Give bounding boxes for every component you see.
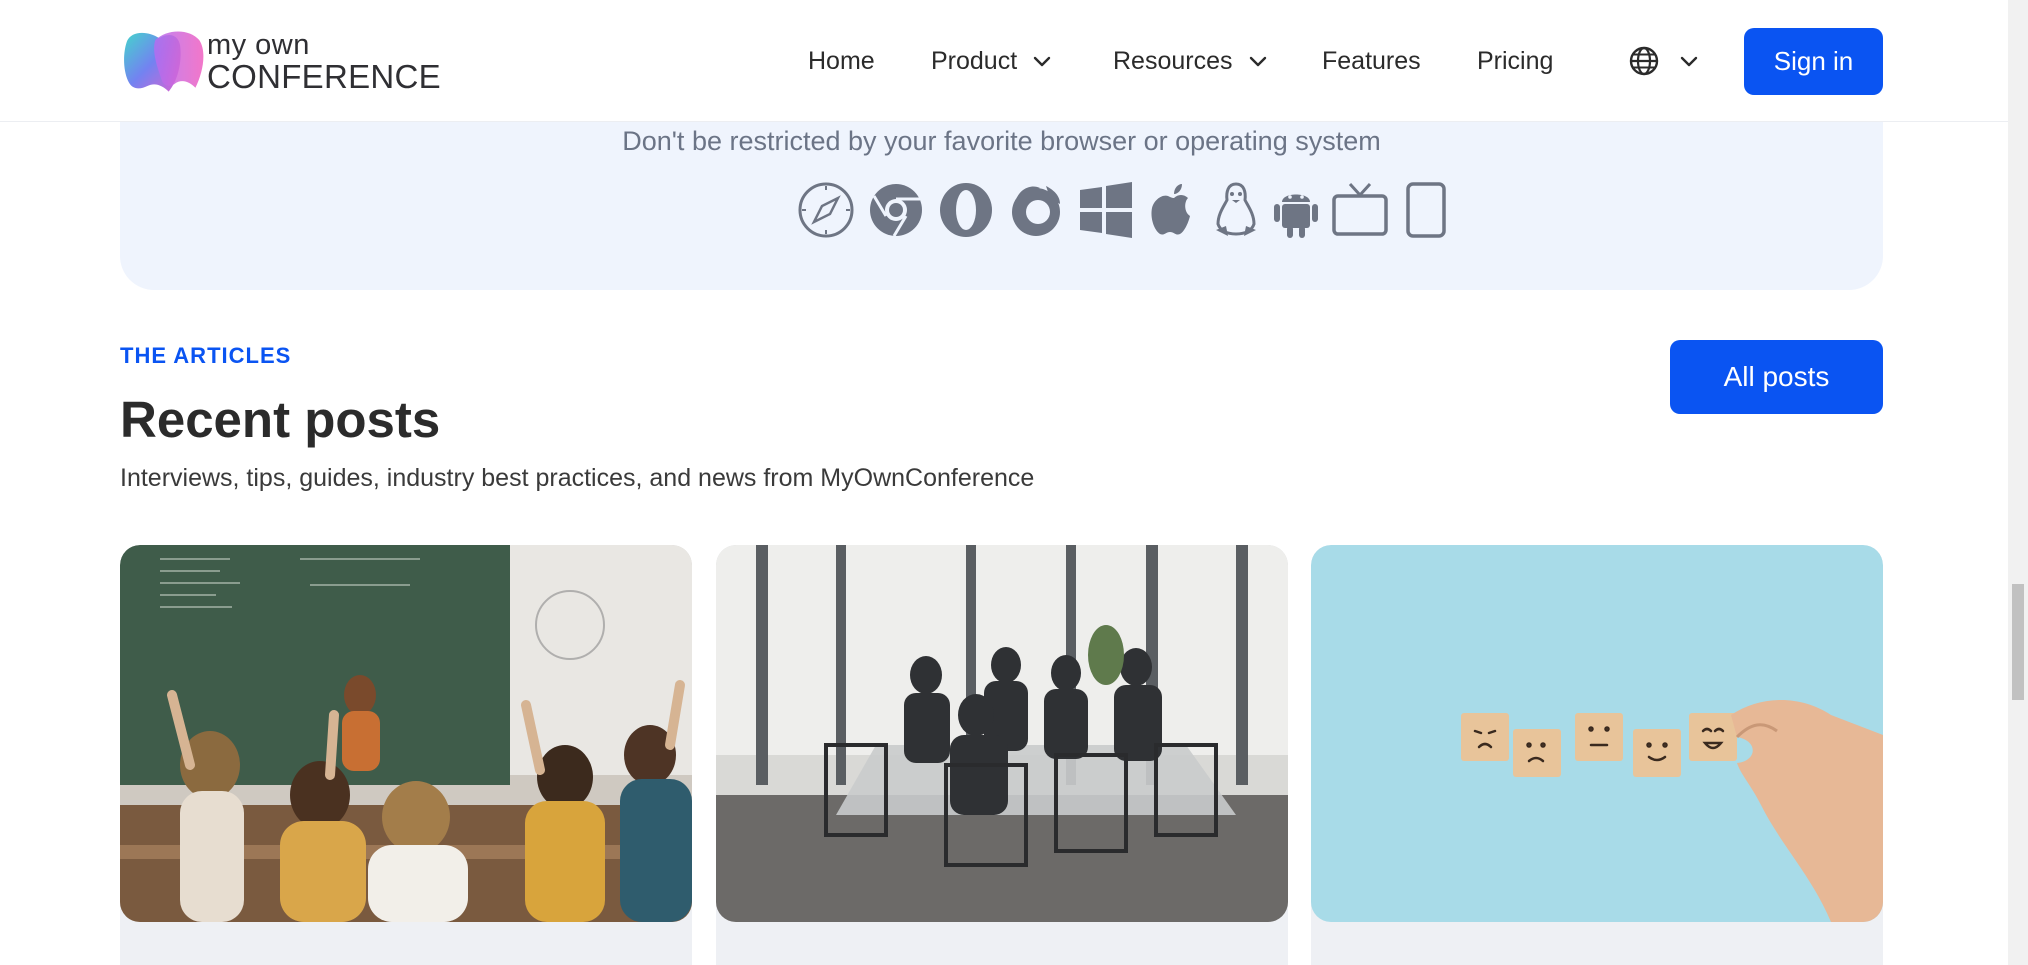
chevron-down-icon <box>1033 56 1051 67</box>
opera-icon <box>940 183 992 237</box>
nav-product-label: Product <box>931 46 1018 75</box>
nav-home[interactable]: Home <box>808 36 875 86</box>
nav-features[interactable]: Features <box>1322 36 1421 86</box>
post-card[interactable] <box>120 545 692 965</box>
section-eyebrow: THE ARTICLES <box>120 343 292 368</box>
windows-icon <box>1080 182 1132 238</box>
sign-in-button[interactable]: Sign in <box>1744 28 1883 95</box>
firefox-icon <box>1012 186 1060 236</box>
classroom-photo[interactable] <box>120 545 692 922</box>
chrome-icon <box>870 184 922 237</box>
post-card[interactable] <box>1311 545 1883 965</box>
meeting-room-photo[interactable] <box>716 545 1288 922</box>
globe-icon <box>1629 46 1659 76</box>
nav-resources[interactable]: Resources <box>1113 36 1269 86</box>
platform-support-band: Don't be restricted by your favorite bro… <box>120 110 1883 290</box>
linux-icon <box>1216 182 1256 236</box>
apple-icon <box>1151 184 1190 235</box>
site-header: my own CONFERENCE Home Product Resources… <box>0 0 2008 122</box>
nav-features-label: Features <box>1322 46 1421 75</box>
scrollbar-thumb[interactable] <box>2012 584 2024 700</box>
page-scrollbar[interactable] <box>2008 0 2028 965</box>
tablet-icon <box>1406 182 1446 238</box>
tv-icon <box>1332 182 1388 236</box>
language-selector[interactable] <box>1628 36 1700 86</box>
main-nav: Home Product Resources Features Pricing <box>0 36 2008 86</box>
nav-pricing-label: Pricing <box>1477 46 1554 75</box>
nav-product[interactable]: Product <box>931 36 1053 86</box>
section-title: Recent posts <box>120 391 441 448</box>
chevron-down-icon <box>1680 56 1698 67</box>
nav-pricing[interactable]: Pricing <box>1477 36 1553 86</box>
android-icon <box>1274 194 1318 238</box>
emoji-blocks-photo[interactable] <box>1311 545 1883 922</box>
chevron-down-icon <box>1249 56 1266 67</box>
all-posts-button[interactable]: All posts <box>1670 340 1883 414</box>
section-subtitle: Interviews, tips, guides, industry best … <box>120 464 1035 492</box>
post-card[interactable] <box>716 545 1288 965</box>
platform-support-text: Don't be restricted by your favorite bro… <box>622 126 1381 156</box>
nav-resources-label: Resources <box>1113 46 1233 75</box>
safari-icon <box>798 182 854 238</box>
nav-home-label: Home <box>808 46 875 75</box>
